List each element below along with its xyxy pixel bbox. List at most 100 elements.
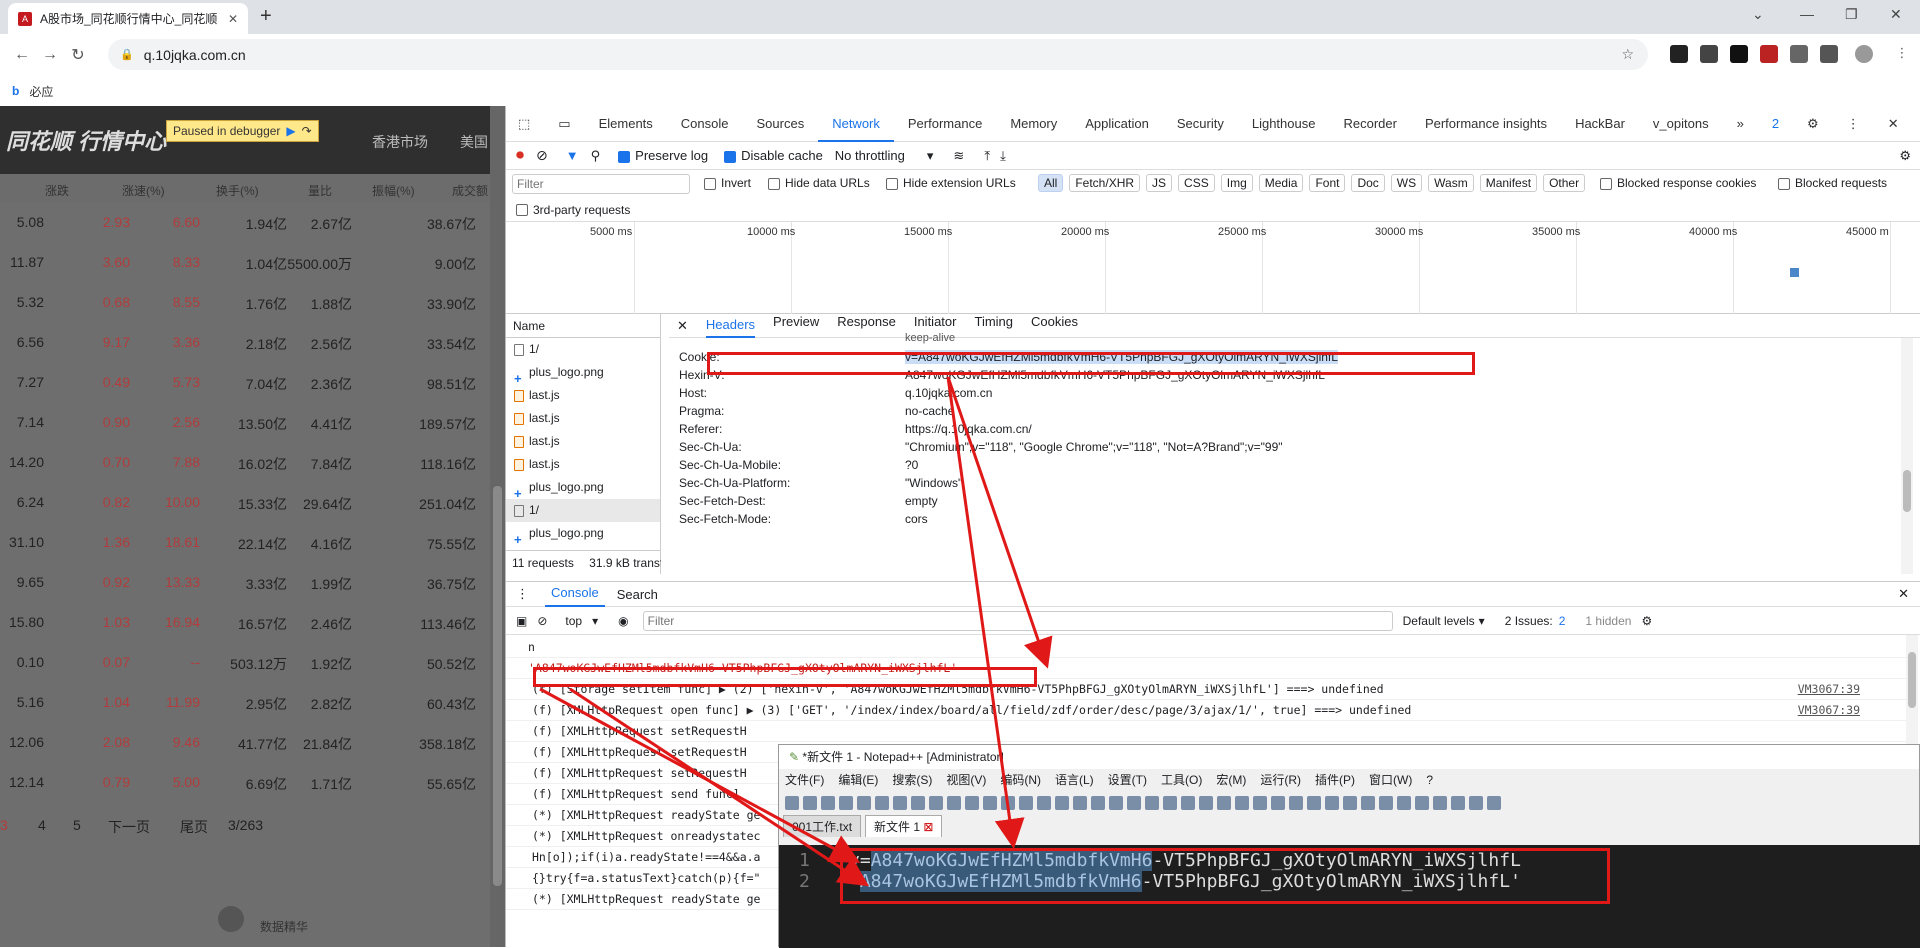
close-devtools-icon[interactable]: ✕ <box>1874 106 1913 142</box>
table-row[interactable]: 5.08 2.93 6.60 1.94亿 2.67亿 38.67亿 <box>0 202 505 242</box>
console-drawer-tab[interactable]: Console <box>545 581 605 607</box>
toolbar-button-icon[interactable] <box>1325 796 1339 810</box>
type-filter-button[interactable]: Manifest <box>1479 174 1538 192</box>
third-party-checkbox[interactable]: 3rd-party requests <box>506 198 1920 222</box>
toolbar-button-icon[interactable] <box>1379 796 1393 810</box>
chevron-down-icon[interactable]: ▾ <box>1479 614 1485 628</box>
notepad-menu-item[interactable]: 窗口(W) <box>1369 769 1412 791</box>
clear-icon[interactable]: ⊘ <box>536 147 548 164</box>
device-toolbar-icon[interactable]: ▭ <box>544 106 584 142</box>
request-item[interactable]: last.js <box>506 430 660 453</box>
page-link[interactable]: 5 <box>73 817 81 833</box>
notepad-menu-item[interactable]: 语言(L) <box>1055 769 1094 791</box>
detail-tab[interactable]: Preview <box>773 314 819 338</box>
bookmark-star-icon[interactable]: ☆ <box>1621 46 1634 63</box>
preserve-log-checkbox[interactable]: Preserve log <box>618 148 708 163</box>
invert-checkbox[interactable]: Invert <box>704 176 751 190</box>
page-link[interactable]: 3 <box>0 817 8 833</box>
console-message[interactable]: (f) [XMLHttpRequest setRequestH <box>506 721 1906 742</box>
extension-icon[interactable] <box>1700 45 1718 63</box>
console-source-link[interactable]: VM3067:39 <box>1798 679 1860 699</box>
column-header[interactable]: 涨速(%) <box>122 182 165 199</box>
hide-data-urls-checkbox[interactable]: Hide data URLs <box>768 176 870 190</box>
forward-button[interactable]: → <box>36 46 64 64</box>
devtools-tab[interactable]: HackBar <box>1561 106 1639 142</box>
toolbar-button-icon[interactable] <box>1307 796 1321 810</box>
type-filter-button[interactable]: Wasm <box>1428 174 1474 192</box>
type-filter-button[interactable]: Media <box>1258 174 1304 192</box>
blocked-requests-checkbox[interactable]: Blocked requests <box>1778 176 1887 190</box>
header-value[interactable]: empty <box>905 494 938 508</box>
toolbar-button-icon[interactable] <box>1163 796 1177 810</box>
issues-label[interactable]: 2 Issues: <box>1505 614 1553 628</box>
toolbar-button-icon[interactable] <box>1109 796 1123 810</box>
disable-cache-checkbox[interactable]: Disable cache <box>724 148 823 163</box>
notepad-menu-item[interactable]: 宏(M) <box>1216 769 1246 791</box>
toolbar-button-icon[interactable] <box>1199 796 1213 810</box>
table-row[interactable]: 7.27 0.49 5.73 7.04亿 2.36亿 98.51亿 <box>0 362 505 402</box>
toolbar-button-icon[interactable] <box>983 796 997 810</box>
notepad-menu-item[interactable]: ? <box>1426 769 1433 791</box>
extension-icon[interactable] <box>1670 45 1688 63</box>
header-value[interactable]: A847woKGJwEfHZMl5mdbfkVmH6-VT5PhpBFGJ_gX… <box>905 368 1325 382</box>
devtools-tab[interactable]: Elements <box>585 106 667 142</box>
toolbar-button-icon[interactable] <box>929 796 943 810</box>
site-logo[interactable]: 同花顺 行情中心 <box>6 124 166 156</box>
notepad-menu-item[interactable]: 编辑(E) <box>838 769 878 791</box>
table-row[interactable]: 12.14 0.79 5.00 6.69亿 1.71亿 55.65亿 <box>0 762 505 802</box>
address-bar[interactable]: 🔒 q.10jqka.com.cn ☆ <box>108 39 1648 70</box>
live-expression-eye-icon[interactable]: ◉ <box>618 614 628 628</box>
console-settings-icon[interactable]: ⚙ <box>1641 614 1652 628</box>
reload-button[interactable]: ↻ <box>64 45 92 65</box>
more-options-icon[interactable]: ⋮ <box>1833 106 1874 142</box>
devtools-tab[interactable]: Network <box>818 106 894 142</box>
type-filter-button[interactable]: JS <box>1146 174 1173 192</box>
request-item[interactable]: last.js <box>506 453 660 476</box>
devtools-tab[interactable]: Console <box>667 106 743 142</box>
table-row[interactable]: 14.20 0.70 7.88 16.02亿 7.84亿 118.16亿 <box>0 442 505 482</box>
type-filter-button[interactable]: Font <box>1309 174 1346 192</box>
bookmark-bing[interactable]: 必应 <box>29 83 53 100</box>
headers-scrollbar[interactable] <box>1901 338 1913 574</box>
toolbar-button-icon[interactable] <box>947 796 961 810</box>
console-scrollbar-thumb[interactable] <box>1908 652 1916 708</box>
hide-ext-urls-checkbox[interactable]: Hide extension URLs <box>886 176 1016 190</box>
toolbar-button-icon[interactable] <box>839 796 853 810</box>
header-value[interactable]: "Windows" <box>905 476 962 490</box>
table-row[interactable]: 6.24 0.82 10.00 15.33亿 29.64亿 251.04亿 <box>0 482 505 522</box>
close-drawer-icon[interactable]: ✕ <box>1898 586 1909 602</box>
data-highlights-link[interactable]: 数据精华 <box>260 918 308 935</box>
toolbar-button-icon[interactable] <box>785 796 799 810</box>
toolbar-button-icon[interactable] <box>1091 796 1105 810</box>
toolbar-button-icon[interactable] <box>1433 796 1447 810</box>
sidebar-icon[interactable] <box>1820 45 1838 63</box>
inspect-icon[interactable]: ⬚ <box>506 106 544 142</box>
type-filter-button[interactable]: All <box>1038 174 1064 192</box>
toolbar-button-icon[interactable] <box>911 796 925 810</box>
toolbar-button-icon[interactable] <box>1145 796 1159 810</box>
devtools-tab[interactable]: Sources <box>743 106 819 142</box>
type-filter-button[interactable]: Img <box>1220 174 1253 192</box>
search-drawer-tab[interactable]: Search <box>617 587 658 602</box>
console-message[interactable]: 'A847woKGJwEfHZMl5mdbfkVmH6-VT5PhpBFGJ_g… <box>506 658 1906 679</box>
restore-button[interactable]: ❐ <box>1845 6 1858 23</box>
extension-icon[interactable] <box>1730 45 1748 63</box>
toolbar-button-icon[interactable] <box>1181 796 1195 810</box>
issues-badge[interactable]: 2 <box>1758 106 1793 142</box>
toolbar-button-icon[interactable] <box>1469 796 1483 810</box>
table-row[interactable]: 12.06 2.08 9.46 41.77亿 21.84亿 358.18亿 <box>0 722 505 762</box>
detail-tab[interactable]: Response <box>837 314 896 338</box>
record-icon[interactable]: ⏺ <box>516 147 524 165</box>
toolbar-button-icon[interactable] <box>1127 796 1141 810</box>
header-value[interactable]: no-cache <box>905 404 954 418</box>
notepad-menu-item[interactable]: 工具(O) <box>1161 769 1202 791</box>
tab-file-001[interactable]: 001工作.txt <box>783 815 862 837</box>
search-icon[interactable]: ⚲ <box>591 148 601 164</box>
notepad-menu-item[interactable]: 设置(T) <box>1108 769 1147 791</box>
detail-tab[interactable]: Timing <box>974 314 1013 338</box>
console-message[interactable]: (f) [XMLHttpRequest open func] ▶ (3) ['G… <box>506 700 1906 721</box>
devtools-tab[interactable]: Performance <box>894 106 996 142</box>
puzzle-icon[interactable] <box>1790 45 1808 63</box>
header-value[interactable]: v=A847woKGJwEfHZMl5mdbfkVmH6-VT5PhpBFGJ_… <box>905 350 1338 364</box>
toolbar-button-icon[interactable] <box>1001 796 1015 810</box>
